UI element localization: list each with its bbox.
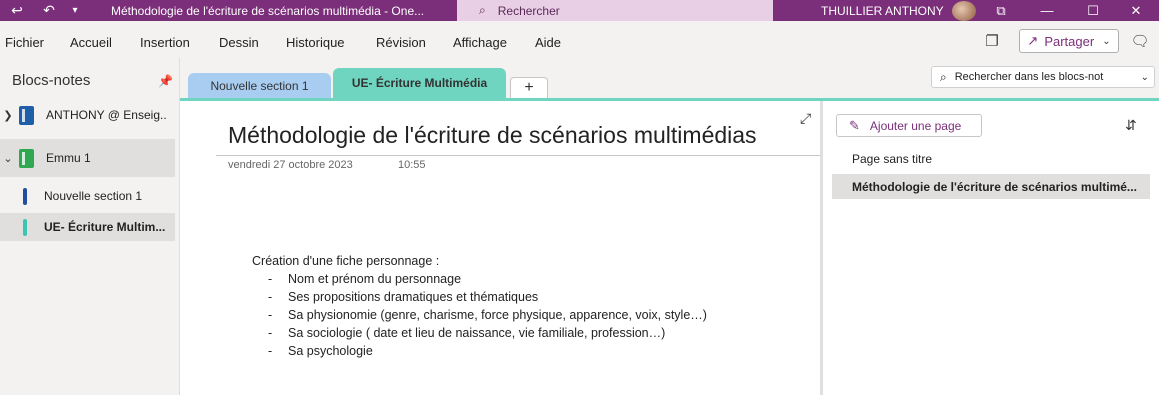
list-item: - Ses propositions dramatiques et thémati…: [252, 288, 707, 306]
list-item-text: Sa psychologie: [288, 344, 373, 358]
chevron-down-icon[interactable]: ⌄: [1, 152, 15, 165]
chevron-down-icon: ⌄: [1102, 35, 1111, 47]
plus-icon: +: [524, 79, 534, 96]
section-item-ue-ecriture[interactable]: UE- Écriture Multim...: [0, 213, 175, 241]
page-item-label: Méthodologie de l'écriture de scénarios …: [852, 179, 1137, 194]
menu-dessin[interactable]: Dessin: [219, 35, 259, 50]
page-date: vendredi 27 octobre 2023: [228, 159, 353, 171]
search-box[interactable]: ⌕ Rechercher: [457, 0, 773, 21]
title-divider: [216, 155, 820, 156]
ribbon-display-icon[interactable]: ⧉: [978, 0, 1024, 21]
section-label: UE- Écriture Multim...: [44, 220, 166, 234]
expand-icon[interactable]: ⤢: [800, 110, 811, 127]
list-item: - Sa physionomie (genre, charisme, force …: [252, 306, 707, 324]
add-section-button[interactable]: +: [510, 77, 548, 98]
user-name: THUILLIER ANTHONY: [821, 3, 944, 18]
section-label: Nouvelle section 1: [44, 189, 143, 203]
menu-fichier[interactable]: Fichier: [5, 35, 44, 50]
menu-revision[interactable]: Révision: [376, 35, 426, 50]
add-page-icon: ✎: [849, 117, 860, 133]
tab-ue-ecriture[interactable]: UE- Écriture Multimédia: [333, 68, 506, 98]
add-page-button[interactable]: ✎ Ajouter une page: [836, 114, 982, 137]
notebook-icon: [19, 105, 34, 125]
tab-label: UE- Écriture Multimédia: [351, 76, 488, 90]
share-label: Partager: [1044, 33, 1095, 49]
menu-insertion[interactable]: Insertion: [140, 35, 190, 50]
back-icon[interactable]: ↩: [6, 0, 28, 21]
search-label: Rechercher: [497, 3, 560, 18]
search-icon: ⌕: [479, 3, 486, 17]
list-item-text: Sa physionomie (genre, charisme, force p…: [288, 308, 707, 322]
list-item-text: Sa sociologie ( date et lieu de naissanc…: [288, 326, 666, 340]
customize-toolbar-icon[interactable]: ▾: [64, 0, 86, 21]
dash-bullet: -: [268, 344, 273, 358]
chevron-down-icon[interactable]: ⌄: [1141, 72, 1149, 83]
page-time: 10:55: [398, 159, 426, 171]
minimize-icon[interactable]: —: [1024, 0, 1070, 21]
notebook-search-placeholder: Rechercher dans les blocs-not: [954, 71, 1104, 83]
tab-nouvelle-section[interactable]: Nouvelle section 1: [188, 73, 331, 98]
search-icon: ⌕: [940, 69, 947, 84]
pin-icon[interactable]: 📌: [158, 74, 173, 88]
add-page-label: Ajouter une page: [869, 118, 962, 133]
maximize-icon[interactable]: ☐: [1070, 0, 1116, 21]
chevron-right-icon[interactable]: ❯: [1, 109, 15, 122]
notebook-item-anthony[interactable]: ❯ ANTHONY @ Enseig...: [0, 96, 175, 134]
section-color-icon: [23, 218, 27, 236]
avatar: [951, 0, 976, 21]
notebook-item-emmu[interactable]: ⌄ Emmu 1: [0, 139, 175, 177]
dash-bullet: -: [268, 290, 273, 304]
undo-icon[interactable]: ↶: [38, 0, 60, 21]
window-title: Méthodologie de l'écriture de scénarios …: [111, 3, 425, 18]
share-button[interactable]: ↗ Partager ⌄: [1019, 29, 1119, 53]
page-title[interactable]: Méthodologie de l'écriture de scénarios …: [228, 122, 757, 149]
page-view-icon[interactable]: ❐: [981, 30, 1003, 52]
section-item-nouvelle[interactable]: Nouvelle section 1: [0, 182, 175, 210]
list-item: - Sa sociologie ( date et lieu de naissan…: [252, 324, 707, 342]
list-item-text: Ses propositions dramatiques et thématiq…: [288, 290, 539, 304]
tab-label: Nouvelle section 1: [210, 78, 309, 93]
list-item: - Nom et prénom du personnage: [252, 270, 707, 288]
notebook-sidebar: Blocs-notes 📌 ❯ ANTHONY @ Enseig... ⌄ Em…: [0, 58, 180, 395]
close-icon[interactable]: ✕: [1113, 0, 1159, 21]
feedback-icon[interactable]: 🗨: [1129, 30, 1151, 52]
menu-historique[interactable]: Historique: [286, 35, 345, 50]
list-item-text: Nom et prénom du personnage: [288, 272, 462, 286]
note-heading: Création d'une fiche personnage :: [252, 254, 440, 268]
notebook-search-input[interactable]: ⌕ Rechercher dans les blocs-not ⌄: [931, 66, 1155, 88]
notebook-label: Emmu 1: [46, 151, 91, 165]
dash-bullet: -: [268, 272, 273, 286]
menu-affichage[interactable]: Affichage: [453, 35, 507, 50]
list-item: - Sa psychologie: [252, 342, 707, 360]
share-icon: ↗: [1027, 33, 1039, 48]
menu-aide[interactable]: Aide: [535, 35, 561, 50]
note-content[interactable]: Création d'une fiche personnage : - Nom e…: [252, 252, 707, 360]
page-item-selected[interactable]: Méthodologie de l'écriture de scénarios …: [832, 174, 1150, 199]
sidebar-title: Blocs-notes: [12, 72, 91, 89]
notebook-label: ANTHONY @ Enseig...: [46, 108, 166, 122]
dash-bullet: -: [268, 308, 273, 322]
user-account[interactable]: THUILLIER ANTHONY: [821, 0, 976, 21]
page-item[interactable]: Page sans titre: [832, 146, 1150, 171]
dash-bullet: -: [268, 326, 273, 340]
notebook-icon: [19, 148, 34, 168]
menu-accueil[interactable]: Accueil: [70, 35, 112, 50]
sort-icon[interactable]: ⇵: [1125, 117, 1137, 134]
section-color-icon: [23, 187, 27, 205]
title-bar: ↩ ↶ ▾ Méthodologie de l'écriture de scén…: [0, 0, 1159, 21]
page-item-label: Page sans titre: [852, 151, 933, 166]
